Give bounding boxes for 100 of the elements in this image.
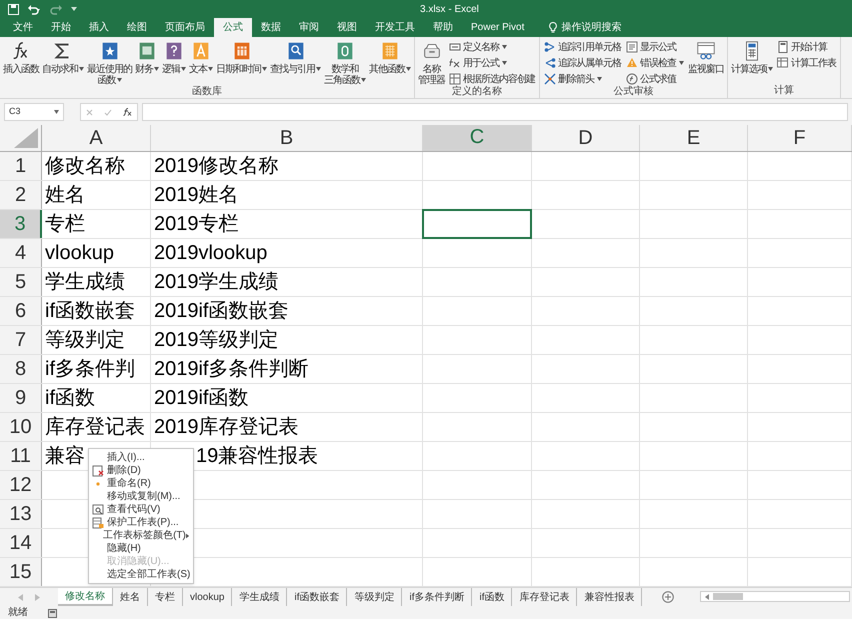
sheet-tab[interactable]: if多条件判断 (402, 588, 472, 606)
ribbon-tab[interactable]: 开发工具 (366, 18, 424, 37)
ribbon-button[interactable]: 删除箭头 (544, 72, 621, 86)
ribbon-tab[interactable]: 页面布局 (156, 18, 214, 37)
row-header[interactable]: 12 (0, 471, 42, 499)
ribbon-tab[interactable]: 审阅 (290, 18, 328, 37)
macro-record-icon[interactable] (48, 608, 57, 618)
submenu-arrow-icon (186, 532, 189, 538)
ribbon-tab[interactable]: 文件 (4, 18, 42, 37)
sheet-tab[interactable]: 等级判定 (347, 588, 402, 606)
ribbon-button[interactable]: 插入函数 (2, 40, 40, 75)
row-header[interactable]: 1 (0, 152, 42, 180)
ribbon-button[interactable]: 计算选项 (730, 40, 774, 75)
sheet-tab[interactable]: 兼容性报表 (577, 588, 642, 606)
ribbon-button[interactable]: 根据所选内容创建 (449, 72, 535, 86)
ribbon-button[interactable]: 监视窗口 (687, 40, 725, 75)
ribbon-tab[interactable]: 数据 (252, 18, 290, 37)
group-label: 计算 (773, 85, 795, 98)
sheet-calculator-icon (777, 57, 789, 69)
ribbon-tab[interactable]: 帮助 (424, 18, 462, 37)
group-label: 定义的名称 (451, 86, 503, 99)
ribbon-button[interactable]: 错误检查 (626, 56, 684, 70)
row-header[interactable]: 14 (0, 529, 42, 557)
row-header[interactable]: 10 (0, 413, 42, 441)
sheet-tab[interactable]: 专栏 (148, 588, 183, 606)
ribbon-tab[interactable]: Power Pivot (462, 18, 534, 37)
ribbon-tab[interactable]: 绘图 (118, 18, 156, 37)
row-header[interactable]: 7 (0, 326, 42, 354)
ribbon-tab[interactable]: 开始 (42, 18, 80, 37)
horizontal-scrollbar[interactable] (700, 591, 850, 602)
customize-caret-icon[interactable] (71, 6, 77, 12)
redo-icon (49, 4, 63, 14)
ribbon-button[interactable]: 开始计算 (777, 40, 836, 54)
ribbon-tab[interactable]: 视图 (328, 18, 366, 37)
function-icon[interactable] (122, 108, 132, 116)
scrollbar-thumb[interactable] (713, 593, 743, 600)
menu-item[interactable]: 插入(I)... (89, 451, 193, 464)
ribbon-button[interactable]: 数学和 三角函数 (323, 40, 367, 86)
ribbon-button[interactable]: 名称 管理器 (417, 40, 446, 86)
row-header[interactable]: 2 (0, 181, 42, 209)
column-header[interactable]: D (532, 125, 640, 151)
ribbon-button[interactable]: 其他函数 (368, 40, 412, 75)
menu-item[interactable]: 查看代码(V) (89, 503, 193, 516)
sheet-tab[interactable]: if函数嵌套 (287, 588, 348, 606)
ribbon-button[interactable]: 用于公式 (449, 56, 535, 70)
row-header[interactable]: 13 (0, 500, 42, 528)
column-header[interactable]: A (42, 125, 151, 151)
column-header[interactable]: C (423, 125, 532, 151)
ribbon-tab[interactable]: 插入 (80, 18, 118, 37)
row-header[interactable]: 15 (0, 558, 42, 586)
sheet-tab[interactable]: 修改名称 (58, 588, 113, 606)
menu-item[interactable]: 工作表标签颜色(T) (89, 529, 193, 542)
column-header[interactable]: F (748, 125, 852, 151)
ribbon-button[interactable]: 文本 (188, 40, 214, 75)
cell-text: 2019修改名称 (154, 155, 278, 177)
save-icon[interactable] (8, 4, 19, 14)
cell-text: 2019if多条件判断 (154, 358, 308, 380)
ribbon-button[interactable]: 日期和时间 (215, 40, 268, 75)
undo-icon[interactable] (27, 4, 41, 14)
row-header[interactable]: 3 (0, 210, 42, 238)
row-header[interactable]: 9 (0, 384, 42, 412)
name-box[interactable]: C3 (4, 103, 64, 121)
ribbon-button[interactable]: 最近使用的 函数 (86, 40, 133, 86)
menu-item[interactable]: 选定全部工作表(S) (89, 568, 193, 581)
add-sheet-icon[interactable] (662, 591, 674, 603)
ribbon-button[interactable]: 显示公式 (626, 40, 684, 54)
ribbon-button[interactable]: 自动求和 (41, 40, 85, 75)
ribbon-tab[interactable]: 公式 (214, 18, 252, 37)
menu-item[interactable]: 隐藏(H) (89, 542, 193, 555)
ribbon-button[interactable]: 追踪引用单元格 (544, 40, 621, 54)
check-icon (104, 108, 112, 116)
menu-item[interactable]: 保护工作表(P)... (89, 516, 193, 529)
menu-item[interactable]: 删除(D) (89, 464, 193, 477)
selected-cell[interactable] (422, 209, 532, 239)
tell-me-field[interactable]: 操作说明搜索 (549, 18, 632, 37)
menu-item[interactable]: 重命名(R) (89, 477, 193, 490)
ribbon-button[interactable]: 公式求值 (626, 72, 684, 86)
row-header[interactable]: 11 (0, 442, 42, 470)
ribbon-button[interactable]: 定义名称 (449, 40, 535, 54)
scroll-left-icon[interactable] (705, 594, 709, 600)
row-header[interactable]: 5 (0, 268, 42, 296)
show-formulas-icon (626, 41, 638, 53)
ribbon-button[interactable]: 逻辑 (161, 40, 187, 75)
ribbon-button[interactable]: 查找与引用 (269, 40, 322, 75)
sheet-tab[interactable]: vlookup (183, 588, 232, 606)
row-header[interactable]: 4 (0, 239, 42, 267)
remove-arrows-icon (544, 73, 556, 85)
column-header[interactable]: E (640, 125, 748, 151)
sheet-tab[interactable]: 学生成绩 (232, 588, 288, 606)
formula-input[interactable] (142, 103, 848, 121)
ribbon-button[interactable]: 财务 (134, 40, 160, 75)
sheet-tab[interactable]: 库存登记表 (512, 588, 578, 606)
row-header[interactable]: 6 (0, 297, 42, 325)
ribbon-button[interactable]: 追踪从属单元格 (544, 56, 621, 70)
sheet-tab[interactable]: if函数 (472, 588, 512, 606)
row-header[interactable]: 8 (0, 355, 42, 383)
menu-item[interactable]: 移动或复制(M)... (89, 490, 193, 503)
warning-icon (626, 57, 638, 69)
ribbon-button[interactable]: 计算工作表 (777, 56, 836, 70)
sheet-tab[interactable]: 姓名 (113, 588, 148, 606)
